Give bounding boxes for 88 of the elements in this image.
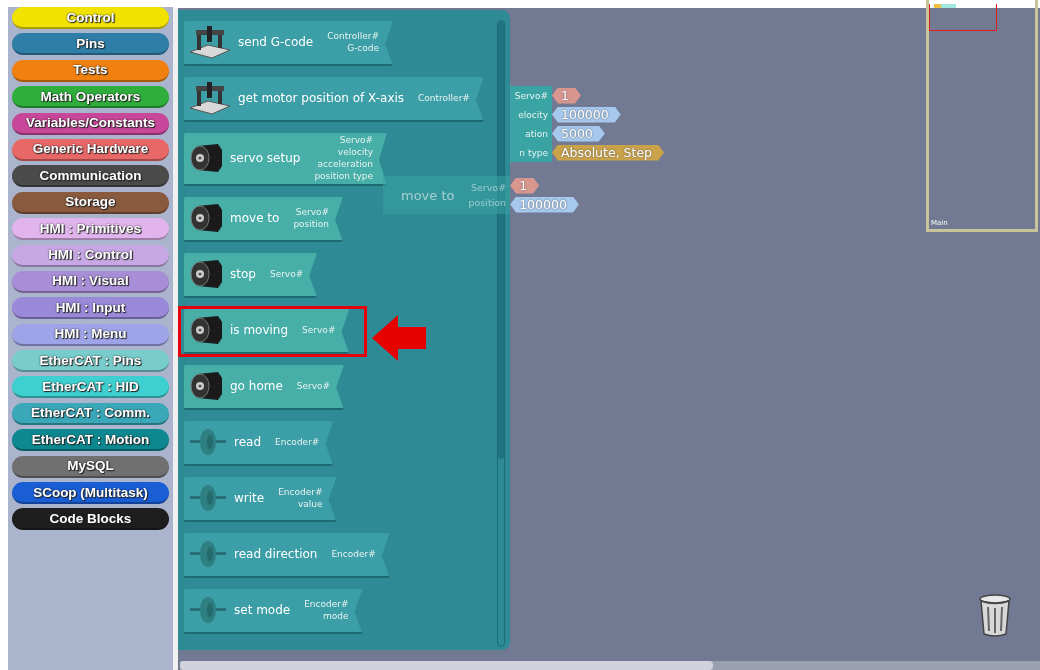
value-chip[interactable]: Absolute, Step — [552, 144, 665, 161]
category-button[interactable]: Code Blocks — [12, 508, 169, 531]
category-button[interactable]: Tests — [12, 59, 169, 82]
left-arrow-icon — [372, 315, 427, 361]
block-label: set mode — [234, 603, 291, 617]
category-button[interactable]: Math Operators — [12, 86, 169, 109]
block-label: get motor position of X-axis — [238, 91, 405, 105]
category-button[interactable]: EtherCAT : HID — [12, 376, 169, 399]
category-button[interactable]: EtherCAT : Motion — [12, 429, 169, 452]
parameter-label: Controller# — [327, 31, 380, 41]
value-chip[interactable]: 1 — [552, 87, 581, 104]
parameter-label: Servo# — [295, 207, 330, 217]
parameter-label: mode — [323, 611, 349, 621]
code-block[interactable]: get motor position of X-axis Controller# — [184, 77, 484, 122]
cnc-machine-icon — [188, 80, 232, 116]
category-button[interactable]: HMI : Primitives — [12, 218, 169, 241]
parameter-label: Servo# — [339, 135, 373, 145]
block-label: stop — [230, 267, 256, 281]
motor-icon — [188, 142, 224, 174]
encoder-disc-icon — [188, 539, 228, 569]
category-button[interactable]: HMI : Visual — [12, 270, 169, 293]
value-chip[interactable]: 1 — [510, 177, 540, 194]
block-label: move to — [401, 187, 455, 203]
code-block[interactable]: write Encoder# value — [184, 477, 337, 522]
trash-can-icon[interactable] — [978, 593, 1012, 637]
code-block[interactable]: servo setup Servo# velocity acceleration position type — [184, 133, 387, 186]
encoder-disc-icon — [188, 427, 228, 457]
category-button[interactable]: Pins — [12, 33, 169, 56]
parameter-label: n type — [519, 147, 548, 158]
parameter-label: elocity — [518, 109, 548, 120]
parameter-label: ation — [525, 128, 548, 139]
parameter-label: Servo# — [470, 182, 507, 193]
parameter-label: Encoder# — [278, 487, 323, 497]
code-block[interactable]: read Encoder# — [184, 421, 334, 466]
block-label: is moving — [230, 323, 289, 337]
category-button[interactable]: HMI : Input — [12, 297, 169, 320]
block-label: read direction — [234, 547, 318, 561]
parameter-label: position type — [314, 171, 373, 181]
cnc-machine-icon — [188, 24, 232, 60]
category-button[interactable]: EtherCAT : Comm. — [12, 402, 169, 425]
parameter-label: Encoder# — [275, 437, 320, 447]
block-label: move to — [230, 211, 280, 225]
code-block[interactable]: move to Servo# position — [184, 197, 344, 242]
category-button[interactable]: Variables/Constants — [12, 112, 169, 135]
value-chip[interactable]: 5000 — [552, 125, 605, 142]
category-button[interactable]: MySQL — [12, 455, 169, 478]
category-button[interactable]: EtherCAT : Pins — [12, 350, 169, 373]
motor-icon — [188, 202, 224, 234]
encoder-disc-icon — [188, 483, 228, 513]
code-block[interactable]: read direction Encoder# — [184, 533, 390, 578]
mini-block-drawing — [934, 4, 956, 8]
code-block[interactable]: go home Servo# — [184, 365, 345, 410]
block-label: send G-code — [238, 35, 314, 49]
parameter-label: Controller# — [418, 93, 470, 103]
parameter-label: velocity — [337, 147, 373, 157]
parameter-label: Servo# — [269, 269, 304, 279]
value-chip[interactable]: 100000 — [552, 106, 621, 123]
parameter-label: Encoder# — [304, 599, 349, 609]
category-button[interactable]: HMI : Control — [12, 244, 169, 267]
category-button[interactable]: Communication — [12, 165, 169, 188]
parameter-label: Encoder# — [331, 549, 376, 559]
code-block[interactable]: stop Servo# — [184, 253, 318, 298]
block-label: write — [234, 491, 265, 505]
block-label: read — [234, 435, 262, 449]
category-button[interactable]: SCoop (Multitask) — [12, 482, 169, 505]
motor-icon — [188, 258, 224, 290]
code-block[interactable]: set mode Encoder# mode — [184, 589, 363, 634]
code-block[interactable]: is moving Servo# — [184, 309, 350, 354]
motor-icon — [188, 370, 224, 402]
parameter-label: Servo# — [296, 381, 331, 391]
block-label: servo setup — [230, 151, 301, 165]
motor-icon — [188, 314, 224, 346]
horizontal-scrollbar[interactable] — [180, 661, 1040, 670]
category-button[interactable]: Storage — [12, 191, 169, 214]
encoder-disc-icon — [188, 595, 228, 625]
parameter-label: G-code — [347, 43, 380, 53]
parameter-label: acceleration — [317, 159, 373, 169]
servo-setup-block[interactable]: Servo# elocity ation n type — [510, 86, 552, 162]
parameter-label: Servo# — [514, 90, 548, 101]
parameter-label: position — [293, 219, 330, 229]
parameter-label: value — [297, 499, 323, 509]
block-label: go home — [230, 379, 283, 393]
category-button[interactable]: Generic Hardware — [12, 138, 169, 161]
parameter-label: position — [468, 197, 507, 208]
parameter-label: Servo# — [302, 325, 336, 335]
code-block[interactable]: send G-code Controller# G-code — [184, 21, 394, 66]
category-button[interactable]: HMI : Menu — [12, 323, 169, 346]
value-chip[interactable]: 100000 — [510, 196, 579, 213]
